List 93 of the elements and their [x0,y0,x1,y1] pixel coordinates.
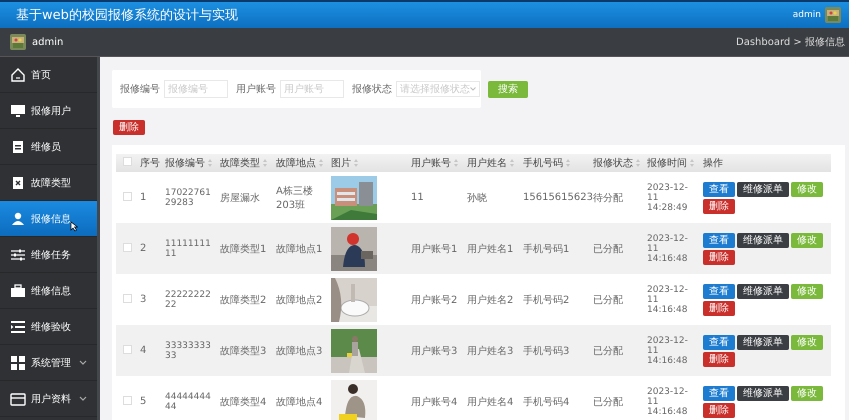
user-name: admin [32,36,64,48]
table-cell: 手机号码4 [523,396,570,408]
table-cell: 15615615623 [523,192,593,203]
table-cell: 用户账号2 [411,294,458,306]
breadcrumb: Dashboard > 报修信息 [736,36,845,49]
table-cell: 已分配 [593,396,623,408]
delete-button[interactable]: 删除 [703,250,735,264]
table-cell: 已分配 [593,346,623,356]
table-cell: 4 [140,345,146,356]
checkbox[interactable] [123,396,132,404]
table-cell-text: 2023-12-11 14:16:48 [647,234,689,264]
card-icon [10,390,26,406]
view-button[interactable]: 查看 [703,386,735,400]
table-cell: 待分配 [593,192,623,204]
table-cell: 故障地点2 [276,294,322,306]
delete-button[interactable]: 删除 [113,120,145,135]
table-cell: 11 [411,192,424,203]
table-cell: 用户账号1 [411,244,458,254]
view-button[interactable]: 查看 [703,334,735,350]
sliders-icon [10,246,26,262]
table-cell-text: 2023-12-11 14:28:49 [647,182,689,212]
delete-button[interactable]: 删除 [703,198,735,214]
checkbox[interactable] [123,344,132,354]
delete-button[interactable]: 删除 [703,402,735,418]
table-cell: 手机号码1 [523,244,570,254]
field-label: 用户账号 [236,82,276,96]
table-cell: 故障地点4 [276,396,322,408]
table-cell: 孙晓 [467,192,487,204]
table-cell: 故障类型1 [220,244,266,254]
person-icon [10,210,26,226]
dispatch-button[interactable]: 维修派单 [737,232,789,248]
table-cell: 故障类型4 [220,396,266,408]
field-label: 报修状态 [352,82,392,96]
home-icon [10,66,26,82]
table-cell: 5 [140,396,146,407]
app-title: 基于web的校园报修系统的设计与实现 [16,7,238,24]
chevron-down-icon [79,360,87,365]
chevron-down-icon [79,396,87,401]
clipboard-icon [10,138,26,154]
clipboard-icon [10,174,26,190]
sidebar-item[interactable]: 报修信息 [0,201,97,237]
checkbox[interactable] [123,157,132,166]
table-cell: 用户姓名2 [467,294,514,306]
monitor-icon [10,102,26,118]
column-header[interactable]: 操作 [703,156,723,170]
view-button[interactable]: 查看 [703,284,735,298]
column-header[interactable]: 图片 [331,156,351,170]
checkbox[interactable] [123,192,132,200]
table-cell: 1 [140,192,146,203]
table-cell: 故障类型2 [220,294,266,306]
table-cell-text: 2023-12-11 14:16:48 [647,284,689,314]
table-cell: 3 [140,294,146,305]
chevron-down-icon [470,87,476,91]
delete-button[interactable]: 删除 [703,352,735,366]
table-cell-text: 2023-12-11 14:16:48 [647,336,689,366]
view-button[interactable]: 查看 [703,182,735,196]
dispatch-button[interactable]: 维修派单 [737,284,789,298]
user-name[interactable]: admin [792,10,821,20]
dispatch-button[interactable]: 维修派单 [737,182,789,196]
dispatch-button[interactable]: 维修派单 [737,334,789,350]
checkbox[interactable] [123,294,132,302]
view-button[interactable]: 查看 [703,232,735,248]
table-cell: 故障类型3 [220,346,266,356]
table-cell: A栋三楼203班 [276,186,313,210]
table-cell: 故障地点3 [276,346,322,356]
checkbox[interactable] [123,242,132,252]
delete-button[interactable]: 删除 [703,300,735,316]
table-cell: 手机号码3 [523,346,570,356]
dispatch-button[interactable]: 维修派单 [737,386,789,400]
table-cell-text: 2222222222 [165,290,212,310]
table-cell: 已分配 [593,294,623,306]
table-cell: 故障地点1 [276,244,322,254]
table-cell: 房屋漏水 [220,192,260,204]
table-cell: 用户姓名1 [467,244,514,254]
list-icon [10,318,26,334]
table-cell-text: 1111111111 [165,238,212,258]
table-cell: 已分配 [593,244,623,254]
table-cell: 用户账号4 [411,396,458,408]
avatar-icon [10,34,26,50]
grid-icon [10,354,26,370]
avatar-icon [825,7,841,23]
table-cell: 用户姓名3 [467,346,514,356]
briefcase-icon [10,282,26,298]
table-cell: 2 [140,243,146,254]
table-cell: 手机号码2 [523,294,570,306]
table-cell: 用户姓名4 [467,396,514,408]
field-label: 报修编号 [120,82,160,96]
table-cell-text: 3333333333 [165,340,212,360]
table-cell-text: 1702276129283 [165,188,212,208]
table-cell-text: 2023-12-11 14:16:48 [647,386,689,416]
table-cell: 用户账号3 [411,346,458,356]
table-cell-text: 4444444444 [165,392,212,412]
cursor-icon [70,221,78,232]
